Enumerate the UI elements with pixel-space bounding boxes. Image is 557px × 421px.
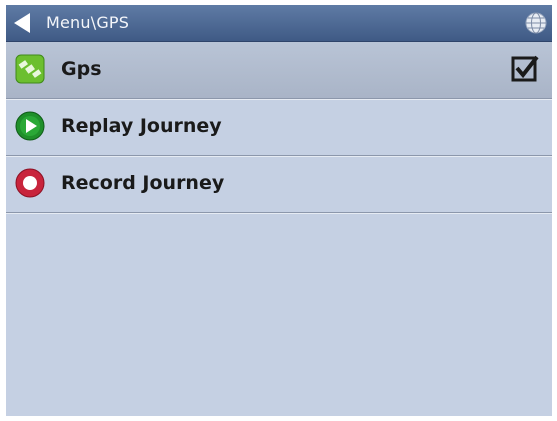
record-icon: [15, 168, 45, 198]
gps-checkbox[interactable]: [511, 54, 539, 82]
title-bar: Menu\GPS: [6, 5, 552, 42]
checkbox-checked-icon: [511, 55, 539, 82]
gps-menu-screen: Menu\GPS Gps Replay Journey Record Journ…: [6, 5, 552, 416]
gps-menu-list: Gps Replay Journey Record Journey: [6, 42, 552, 213]
globe-button[interactable]: [525, 12, 547, 34]
globe-icon: [525, 12, 547, 34]
menu-item-replay-journey[interactable]: Replay Journey: [6, 99, 552, 156]
menu-item-gps[interactable]: Gps: [6, 42, 552, 99]
back-arrow-icon: [14, 13, 30, 33]
menu-item-label: Replay Journey: [61, 115, 222, 137]
page-title: Menu\GPS: [46, 13, 130, 32]
play-icon: [15, 111, 45, 141]
menu-item-label: Gps: [61, 58, 102, 80]
back-button[interactable]: [10, 10, 36, 36]
menu-item-record-journey[interactable]: Record Journey: [6, 156, 552, 213]
gps-satellite-icon: [15, 54, 45, 84]
menu-item-label: Record Journey: [61, 172, 225, 194]
